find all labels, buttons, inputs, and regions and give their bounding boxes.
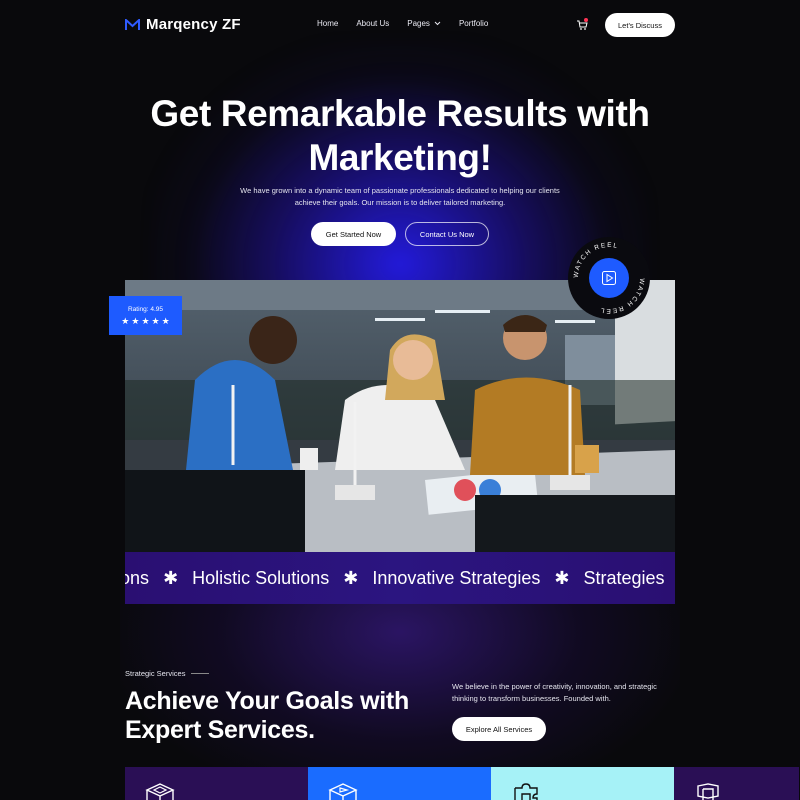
service-card[interactable]	[674, 767, 799, 800]
nav-portfolio[interactable]: Portfolio	[459, 19, 488, 28]
hero-photo	[125, 280, 675, 552]
service-card[interactable]	[125, 767, 308, 800]
services-eyebrow-text: Strategic Services	[125, 669, 186, 678]
star-icon: ★	[141, 315, 150, 326]
explore-services-button[interactable]: Explore All Services	[452, 717, 546, 741]
service-card[interactable]	[308, 767, 491, 800]
star-icon: ★	[151, 315, 160, 326]
chevron-down-icon	[434, 21, 441, 26]
marquee-band: Solutions ✱ Holistic Solutions ✱ Innovat…	[125, 552, 675, 604]
marquee-track: Solutions ✱ Holistic Solutions ✱ Innovat…	[125, 568, 665, 589]
eyebrow-divider	[191, 673, 210, 674]
star-icon: ★	[131, 315, 140, 326]
logo[interactable]: Marqency ZF	[125, 16, 241, 33]
cube-play-icon	[328, 783, 358, 800]
marquee-item: Strategies	[583, 568, 665, 588]
hero-subtitle: We have grown into a dynamic team of pas…	[240, 186, 560, 207]
hero-title: Get Remarkable Results with Marketing!	[150, 93, 650, 178]
puzzle-icon	[514, 783, 538, 800]
office-meeting-image	[125, 280, 675, 552]
service-card[interactable]	[491, 767, 674, 800]
brand-name: Marqency ZF	[146, 16, 241, 33]
navbar: Marqency ZF Home About Us Pages Portfoli…	[0, 0, 800, 50]
logo-icon	[125, 18, 140, 30]
rating-badge: Rating: 4.95 ★ ★ ★ ★ ★	[109, 296, 182, 335]
nav-about[interactable]: About Us	[356, 19, 389, 28]
nav-pages[interactable]: Pages	[407, 19, 441, 28]
asterisk-icon: ✱	[343, 568, 359, 588]
star-icon: ★	[121, 315, 130, 326]
cube-icon	[145, 783, 175, 800]
marquee-item: Innovative Strategies	[372, 568, 541, 588]
marquee-item: Solutions	[125, 568, 150, 588]
nav-portfolio-label: Portfolio	[458, 19, 489, 28]
service-cards	[125, 767, 800, 800]
layers-icon	[697, 783, 719, 800]
contact-us-button[interactable]: Contact Us Now	[405, 222, 489, 246]
nav-home-label: Home	[317, 19, 339, 28]
nav-pages-label: Pages	[407, 19, 430, 28]
services-description: We believe in the power of creativity, i…	[452, 682, 657, 703]
services-eyebrow: Strategic Services	[125, 669, 210, 678]
nav-about-label: About Us	[356, 19, 390, 28]
asterisk-icon: ✱	[554, 568, 570, 588]
get-started-button[interactable]: Get Started Now	[311, 222, 396, 246]
lets-discuss-button[interactable]: Let's Discuss	[605, 13, 675, 37]
watch-reel-button[interactable]: WATCH REEL WATCH REEL	[567, 236, 651, 320]
main-menu: Home About Us Pages Portfolio	[317, 19, 506, 28]
nav-home[interactable]: Home	[317, 19, 338, 28]
marquee-item: Holistic Solutions	[192, 568, 330, 588]
rating-label: Rating: 4.95	[127, 305, 164, 313]
services-title: Achieve Your Goals with Expert Services.	[125, 687, 409, 744]
rating-stars: ★ ★ ★ ★ ★	[121, 315, 170, 326]
cart-badge	[584, 18, 588, 22]
star-icon: ★	[161, 315, 170, 326]
asterisk-icon: ✱	[163, 568, 179, 588]
